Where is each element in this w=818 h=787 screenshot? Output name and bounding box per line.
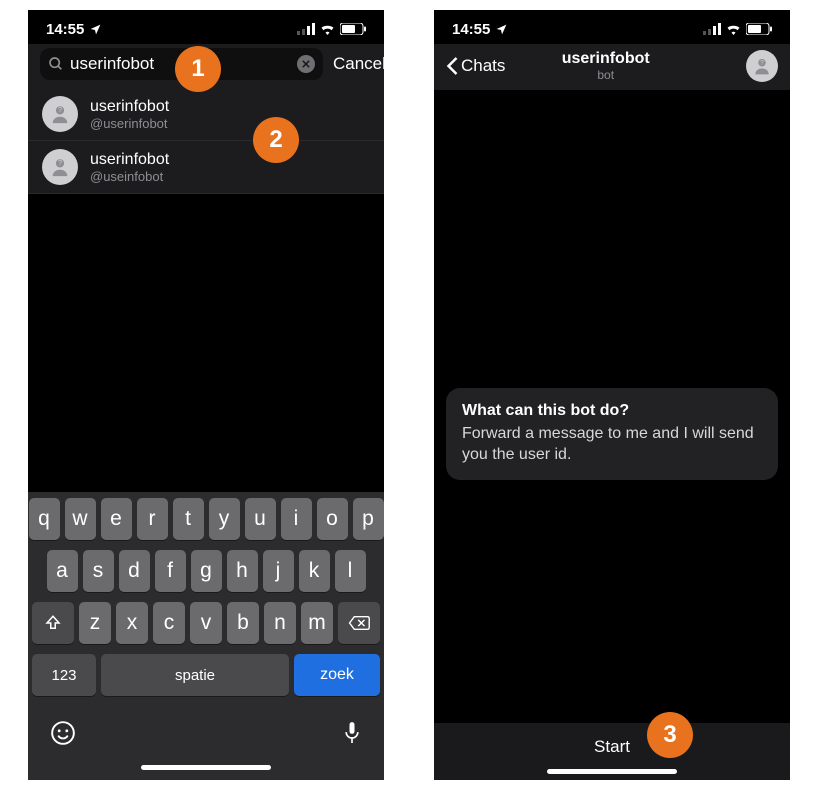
- status-bar: 14:55: [434, 10, 790, 44]
- key-s[interactable]: s: [83, 550, 114, 592]
- dictation-button[interactable]: [342, 720, 362, 753]
- battery-icon: [340, 23, 366, 35]
- key-m[interactable]: m: [301, 602, 333, 644]
- chat-header: Chats userinfobot bot ?: [434, 44, 790, 90]
- keyboard-bottom-row: [32, 706, 380, 753]
- wifi-icon: [319, 23, 336, 35]
- avatar: ?: [42, 149, 78, 185]
- person-placeholder-icon: ?: [752, 56, 772, 76]
- key-a[interactable]: a: [47, 550, 78, 592]
- key-g[interactable]: g: [191, 550, 222, 592]
- status-right: [703, 23, 772, 35]
- key-i[interactable]: i: [281, 498, 312, 540]
- key-b[interactable]: b: [227, 602, 259, 644]
- cellular-icon: [703, 23, 721, 35]
- backspace-icon: [348, 615, 370, 631]
- keyboard-row-1: q w e r t y u i o p: [32, 498, 380, 540]
- keyboard-row-2: a s d f g h j k l: [32, 550, 380, 592]
- svg-text:?: ?: [58, 158, 62, 167]
- result-text: userinfobot @useinfobot: [90, 151, 169, 184]
- status-time: 14:55: [46, 21, 84, 38]
- emoji-icon: [50, 720, 76, 746]
- step-badge-2: 2: [253, 117, 299, 163]
- result-name: userinfobot: [90, 98, 169, 116]
- battery-icon: [746, 23, 772, 35]
- key-search-action[interactable]: zoek: [294, 654, 380, 696]
- bubble-body: Forward a message to me and I will send …: [462, 424, 762, 466]
- key-f[interactable]: f: [155, 550, 186, 592]
- search-icon: [48, 56, 64, 72]
- clear-search-button[interactable]: [297, 55, 315, 73]
- chat-avatar[interactable]: ?: [746, 50, 778, 82]
- keyboard-row-4: 123 spatie zoek: [32, 654, 380, 696]
- home-indicator[interactable]: [547, 769, 677, 774]
- key-n[interactable]: n: [264, 602, 296, 644]
- result-text: userinfobot @userinfobot: [90, 98, 169, 131]
- chat-title-wrap[interactable]: userinfobot bot: [465, 50, 746, 82]
- chat-body: What can this bot do? Forward a message …: [434, 94, 790, 698]
- key-x[interactable]: x: [116, 602, 148, 644]
- key-e[interactable]: e: [101, 498, 132, 540]
- mic-icon: [342, 720, 362, 746]
- keyboard: q w e r t y u i o p a s d f g h j k l z: [28, 492, 384, 780]
- person-placeholder-icon: ?: [49, 103, 71, 125]
- key-space[interactable]: spatie: [101, 654, 289, 696]
- svg-text:?: ?: [760, 59, 764, 66]
- phone-screen-search: 14:55 Cancel ? userinfobot @userinfo: [28, 10, 384, 780]
- key-j[interactable]: j: [263, 550, 294, 592]
- key-l[interactable]: l: [335, 550, 366, 592]
- key-numeric[interactable]: 123: [32, 654, 96, 696]
- shift-icon: [44, 614, 62, 632]
- key-d[interactable]: d: [119, 550, 150, 592]
- search-result-item[interactable]: ? userinfobot @useinfobot: [28, 141, 384, 194]
- status-bar: 14:55: [28, 10, 384, 44]
- key-r[interactable]: r: [137, 498, 168, 540]
- start-button[interactable]: Start: [434, 737, 790, 757]
- key-backspace[interactable]: [338, 602, 380, 644]
- key-p[interactable]: p: [353, 498, 384, 540]
- key-w[interactable]: w: [65, 498, 96, 540]
- person-placeholder-icon: ?: [49, 156, 71, 178]
- status-time: 14:55: [452, 21, 490, 38]
- step-badge-3: 3: [647, 712, 693, 758]
- key-h[interactable]: h: [227, 550, 258, 592]
- cancel-button[interactable]: Cancel: [333, 54, 384, 74]
- search-result-item[interactable]: ? userinfobot @userinfobot: [28, 88, 384, 141]
- status-left: 14:55: [46, 21, 102, 38]
- chat-subtitle: bot: [465, 68, 746, 82]
- key-o[interactable]: o: [317, 498, 348, 540]
- key-u[interactable]: u: [245, 498, 276, 540]
- avatar: ?: [42, 96, 78, 132]
- key-v[interactable]: v: [190, 602, 222, 644]
- keyboard-row-3: z x c v b n m: [32, 602, 380, 644]
- chevron-left-icon: [446, 56, 459, 76]
- key-k[interactable]: k: [299, 550, 330, 592]
- location-arrow-icon: [495, 23, 508, 36]
- emoji-button[interactable]: [50, 720, 76, 753]
- status-right: [297, 23, 366, 35]
- bot-info-bubble: What can this bot do? Forward a message …: [446, 388, 778, 480]
- key-shift[interactable]: [32, 602, 74, 644]
- home-indicator[interactable]: [141, 765, 271, 770]
- cellular-icon: [297, 23, 315, 35]
- location-arrow-icon: [89, 23, 102, 36]
- phone-screen-chat: 14:55 Chats userinfobot bot ? What can t…: [434, 10, 790, 780]
- bubble-title: What can this bot do?: [462, 402, 762, 420]
- key-t[interactable]: t: [173, 498, 204, 540]
- status-left: 14:55: [452, 21, 508, 38]
- key-z[interactable]: z: [79, 602, 111, 644]
- search-results: ? userinfobot @userinfobot ? userinfobot…: [28, 88, 384, 194]
- wifi-icon: [725, 23, 742, 35]
- close-icon: [302, 60, 310, 68]
- chat-title: userinfobot: [465, 50, 746, 68]
- step-badge-1: 1: [175, 46, 221, 92]
- result-name: userinfobot: [90, 151, 169, 169]
- start-bar: Start: [434, 723, 790, 780]
- key-y[interactable]: y: [209, 498, 240, 540]
- key-c[interactable]: c: [153, 602, 185, 644]
- result-handle: @useinfobot: [90, 169, 169, 184]
- key-q[interactable]: q: [29, 498, 60, 540]
- svg-text:?: ?: [58, 105, 62, 114]
- result-handle: @userinfobot: [90, 116, 169, 131]
